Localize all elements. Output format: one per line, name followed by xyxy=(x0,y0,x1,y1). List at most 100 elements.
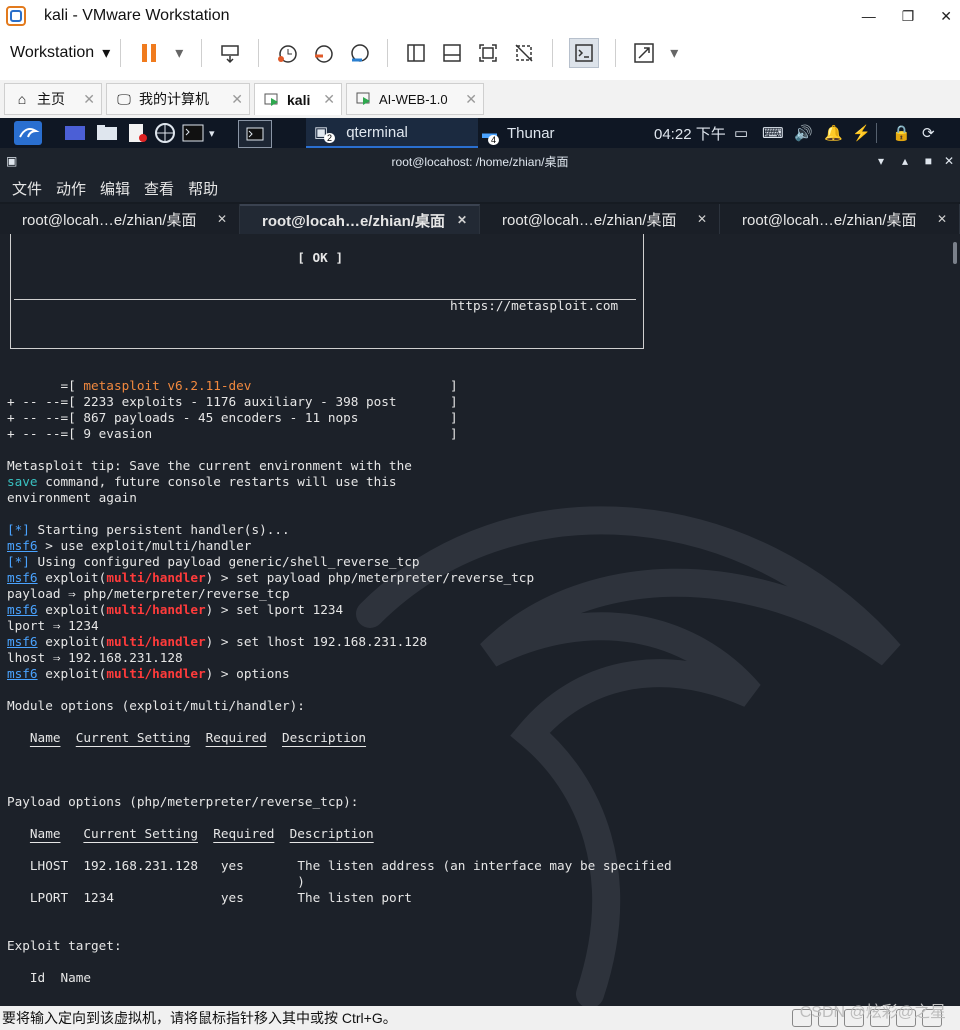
menu-view[interactable]: 查看 xyxy=(144,178,174,199)
clock[interactable]: 04:22 下午 xyxy=(654,118,726,148)
toolbar-divider xyxy=(552,39,554,67)
close-icon[interactable]: ✕ xyxy=(217,212,227,226)
browser-icon[interactable] xyxy=(154,118,176,148)
stretch-guest-icon[interactable] xyxy=(632,41,656,65)
workstation-menu[interactable]: Workstation ▾ xyxy=(10,43,110,63)
keyboard-icon[interactable]: ⌨ xyxy=(762,118,784,148)
restore-icon[interactable]: ❐ xyxy=(902,8,915,25)
terminal-tab[interactable]: root@locah…e/zhian/桌面 ✕ xyxy=(720,204,960,234)
taskbar-label: qterminal xyxy=(346,123,408,141)
chevron-down-icon[interactable]: ▾ xyxy=(173,41,185,65)
menu-actions[interactable]: 动作 xyxy=(56,178,86,199)
taskbar-thunar[interactable]: ▬ 4 Thunar xyxy=(482,118,555,148)
lock-icon[interactable]: 🔒 xyxy=(892,118,911,148)
out-lport: lport ⇒ 1234 xyxy=(7,618,99,633)
col-current-setting: Current Setting xyxy=(75,730,191,745)
close-icon[interactable]: ✕ xyxy=(83,91,95,108)
logout-icon[interactable]: ⟳ xyxy=(922,118,935,148)
prompt-module: multi/handler xyxy=(106,602,206,617)
taskbar-label: Thunar xyxy=(507,124,555,142)
tab-my-computer[interactable]: 🖵 我的计算机 ✕ xyxy=(106,83,250,115)
msf-version: metasploit v6.2.11-dev xyxy=(83,378,252,393)
kali-menu-icon[interactable] xyxy=(14,118,42,148)
status-message: 要将输入定向到该虚拟机，请将鼠标指针移入其中或按 Ctrl+G。 xyxy=(2,1010,397,1026)
fullscreen-icon[interactable] xyxy=(476,41,500,65)
sidebar-toggle-icon[interactable] xyxy=(404,41,428,65)
terminal-tab-label: root@locah…e/zhian/桌面 xyxy=(262,212,445,230)
tab-kali[interactable]: kali ✕ xyxy=(254,83,342,115)
close-icon[interactable]: ✕ xyxy=(697,212,707,226)
notification-bell-icon[interactable]: 🔔 xyxy=(824,118,843,148)
col-description: Description xyxy=(289,826,374,841)
col-name: Name xyxy=(60,970,92,985)
chevron-down-icon[interactable]: ▾ xyxy=(668,41,680,65)
kali-panel: ▾ ▣ 2 qterminal ▬ 4 Thunar 04:22 下午 ▭ ⌨ 🔊 … xyxy=(0,118,960,148)
unity-mode-icon[interactable] xyxy=(512,41,536,65)
active-window-button[interactable] xyxy=(238,120,272,148)
vm-running-icon xyxy=(355,90,373,108)
thumbnail-bar-icon[interactable] xyxy=(440,41,464,65)
terminal-tab[interactable]: root@locah…e/zhian/桌面 ✕ xyxy=(240,204,480,234)
scrollbar-thumb[interactable] xyxy=(953,242,957,264)
row-required: yes xyxy=(220,858,244,873)
tip-line-2: command, future console restarts will us… xyxy=(37,474,397,489)
row-desc: The listen port xyxy=(297,890,412,905)
vmware-titlebar: kali - VMware Workstation — ❐ ✕ xyxy=(0,0,960,32)
power-manager-icon[interactable]: ⚡ xyxy=(852,118,871,148)
taskbar-qterminal[interactable]: ▣ 2 qterminal xyxy=(306,118,478,148)
row-name: LPORT xyxy=(29,890,69,905)
snapshot-manager-icon[interactable] xyxy=(347,41,371,65)
text-editor-icon[interactable] xyxy=(126,118,148,148)
prompt-exploit: exploit( xyxy=(37,666,107,681)
restore-icon[interactable]: ▴ xyxy=(902,154,908,168)
terminal-tab[interactable]: root@locah…e/zhian/桌面 ✕ xyxy=(480,204,720,234)
banner-url: https://metasploit.com xyxy=(450,298,619,313)
close-icon[interactable]: ✕ xyxy=(937,212,947,226)
close-icon[interactable]: ✕ xyxy=(457,213,467,227)
console-view-icon[interactable] xyxy=(569,38,600,68)
row-value: 192.168.231.128 xyxy=(83,858,198,873)
home-icon: ⌂ xyxy=(17,91,27,107)
col-required: Required xyxy=(205,730,267,745)
minimize-icon[interactable]: ▾ xyxy=(878,154,884,168)
tab-ai-web[interactable]: AI-WEB-1.0 ✕ xyxy=(346,83,484,115)
terminal-menubar: 文件 动作 编辑 查看 帮助 xyxy=(0,174,960,202)
col-name: Name xyxy=(29,730,61,745)
folder-icon: ▬ 4 xyxy=(482,125,500,145)
snapshot-icon[interactable] xyxy=(275,41,299,65)
tab-home[interactable]: ⌂ 主页 ✕ xyxy=(4,83,102,115)
menu-file[interactable]: 文件 xyxy=(12,178,42,199)
close-icon[interactable]: ✕ xyxy=(323,91,335,108)
menu-edit[interactable]: 编辑 xyxy=(100,178,130,199)
close-icon[interactable]: ✕ xyxy=(944,154,954,168)
prompt-exploit: exploit( xyxy=(37,570,107,585)
prompt-exploit: exploit( xyxy=(37,602,107,617)
menu-help[interactable]: 帮助 xyxy=(188,178,218,199)
revert-snapshot-icon[interactable] xyxy=(311,41,335,65)
terminal-scrollbar[interactable] xyxy=(952,234,960,1006)
stat-evasion: 9 evasion xyxy=(83,426,153,441)
terminal-tab[interactable]: root@locah…e/zhian/桌面 ✕ xyxy=(0,204,240,234)
csdn-watermark: CSDN @炫彩@之星 xyxy=(799,1004,946,1021)
maximize-icon[interactable]: ■ xyxy=(925,154,932,168)
stat-exploits: 2233 exploits - 1176 auxiliary - 398 pos… xyxy=(83,394,397,409)
terminal-output[interactable]: [ OK ] https://metasploit.com =[ metaspl… xyxy=(0,234,952,1006)
close-icon[interactable]: ✕ xyxy=(940,8,952,25)
close-icon[interactable]: ✕ xyxy=(231,91,243,108)
display-icon[interactable]: ▭ xyxy=(734,118,748,148)
send-ctrl-alt-del-icon[interactable] xyxy=(218,41,242,65)
terminal-launcher-icon[interactable] xyxy=(182,118,204,148)
prompt-module: multi/handler xyxy=(106,570,206,585)
info-marker: [*] xyxy=(7,554,30,569)
terminal-tab-label: root@locah…e/zhian/桌面 xyxy=(22,211,197,229)
file-manager-icon[interactable] xyxy=(96,118,118,148)
workspace-icon[interactable] xyxy=(64,118,86,148)
terminal-text: [ OK ] https://metasploit.com =[ metaspl… xyxy=(7,250,672,985)
chevron-down-icon[interactable]: ▾ xyxy=(209,118,215,148)
tab-label: kali xyxy=(287,91,311,108)
close-icon[interactable]: ✕ xyxy=(465,91,477,108)
pause-icon[interactable] xyxy=(137,41,161,65)
volume-icon[interactable]: 🔊 xyxy=(794,118,813,148)
tab-label: 我的计算机 xyxy=(139,91,209,107)
minimize-icon[interactable]: — xyxy=(862,8,876,24)
